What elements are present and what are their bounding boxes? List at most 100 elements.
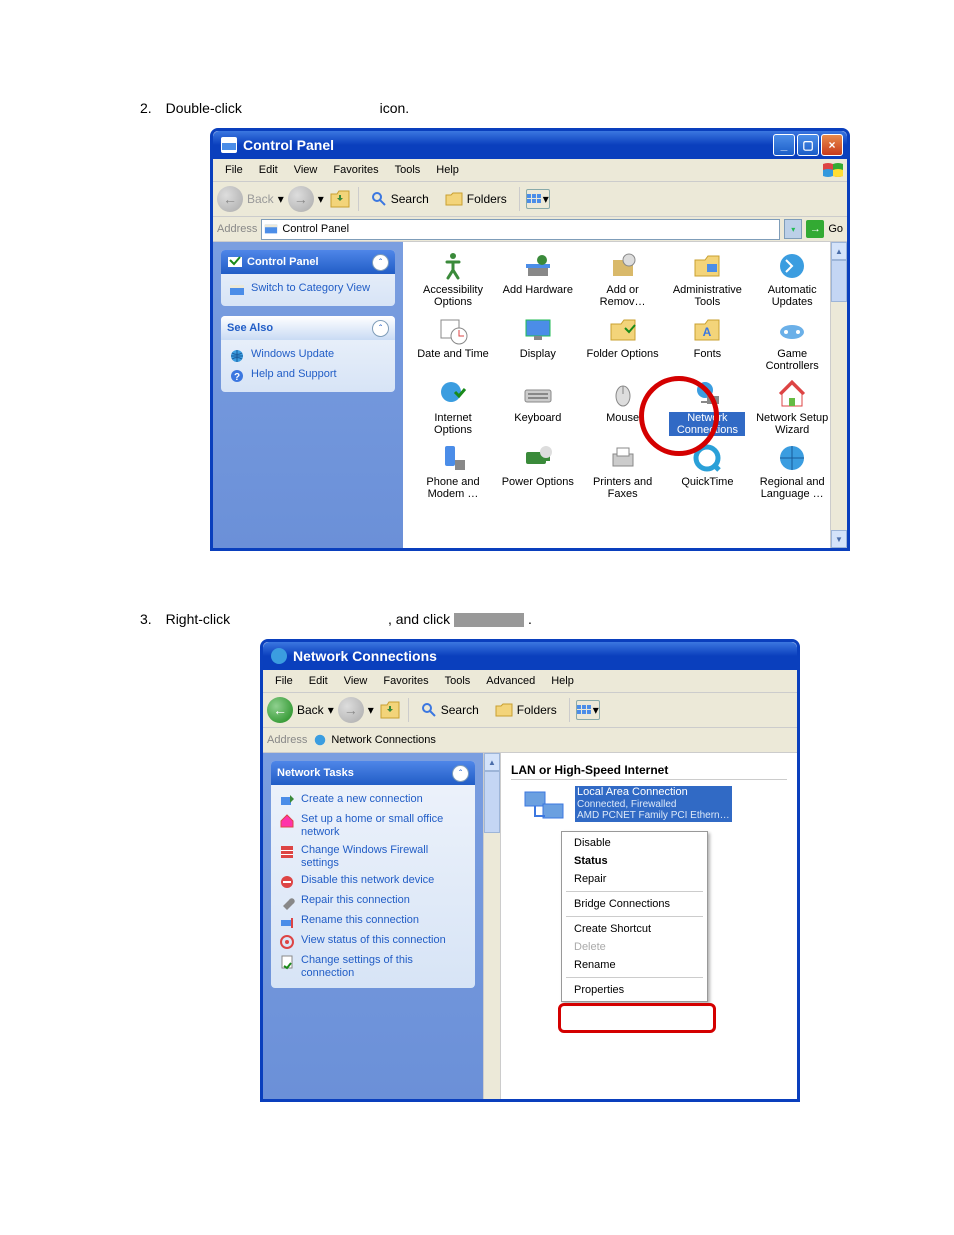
- address-input[interactable]: Control Panel: [261, 219, 780, 240]
- phone-modem-item[interactable]: Phone and Modem …: [413, 440, 493, 502]
- search-button[interactable]: Search: [415, 700, 485, 720]
- task-header[interactable]: Network Tasks ˆ: [271, 761, 475, 785]
- address-dropdown-icon[interactable]: ▾: [784, 219, 802, 239]
- forward-button[interactable]: →: [288, 186, 314, 212]
- up-folder-button[interactable]: [328, 187, 352, 211]
- add-hardware-item[interactable]: Add Hardware: [498, 248, 578, 310]
- scroll-up-button[interactable]: ▲: [831, 242, 847, 260]
- scroll-thumb[interactable]: [831, 260, 847, 302]
- firewall-settings-link[interactable]: Change Windows Firewall settings: [279, 842, 467, 872]
- menu-edit[interactable]: Edit: [251, 162, 286, 178]
- setup-network-link[interactable]: Set up a home or small office network: [279, 811, 467, 841]
- forward-button[interactable]: →: [338, 697, 364, 723]
- scrollbar[interactable]: ▲ ▼: [830, 242, 847, 548]
- mouse-item[interactable]: Mouse: [583, 376, 663, 438]
- regional-language-item[interactable]: Regional and Language …: [752, 440, 832, 502]
- titlebar[interactable]: Network Connections: [263, 642, 797, 670]
- menu-tools[interactable]: Tools: [437, 673, 479, 689]
- back-dropdown-icon[interactable]: ▾: [278, 192, 284, 206]
- back-button[interactable]: ←: [267, 697, 293, 723]
- up-folder-button[interactable]: [378, 698, 402, 722]
- menu-help[interactable]: Help: [428, 162, 467, 178]
- fonts-item[interactable]: A Fonts: [667, 312, 747, 374]
- switch-category-view-link[interactable]: Switch to Category View: [229, 280, 387, 300]
- date-time-item[interactable]: Date and Time: [413, 312, 493, 374]
- search-button[interactable]: Search: [365, 189, 435, 209]
- scroll-up-button[interactable]: ▲: [484, 753, 500, 771]
- accessibility-options-item[interactable]: Accessibility Options: [413, 248, 493, 310]
- accessibility-icon: [437, 250, 469, 282]
- forward-dropdown-icon[interactable]: ▾: [368, 703, 374, 717]
- admin-tools-item[interactable]: Administrative Tools: [667, 248, 747, 310]
- item-label: Network Setup Wizard: [754, 412, 830, 436]
- keyboard-item[interactable]: Keyboard: [498, 376, 578, 438]
- titlebar[interactable]: Control Panel _ ▢ ×: [213, 131, 847, 159]
- menu-view[interactable]: View: [286, 162, 326, 178]
- ctx-disable[interactable]: Disable: [562, 834, 707, 852]
- folders-button[interactable]: Folders: [439, 189, 513, 209]
- forward-dropdown-icon[interactable]: ▾: [318, 192, 324, 206]
- ctx-shortcut[interactable]: Create Shortcut: [562, 920, 707, 938]
- item-label: QuickTime: [681, 476, 733, 488]
- menu-view[interactable]: View: [336, 673, 376, 689]
- ctx-repair[interactable]: Repair: [562, 870, 707, 888]
- display-item[interactable]: Display: [498, 312, 578, 374]
- back-button[interactable]: ←: [217, 186, 243, 212]
- change-settings-link[interactable]: Change settings of this connection: [279, 952, 467, 982]
- task-header[interactable]: Control Panel ˆ: [221, 250, 395, 274]
- rename-connection-link[interactable]: Rename this connection: [279, 912, 467, 932]
- add-remove-programs-item[interactable]: Add or Remov…: [583, 248, 663, 310]
- repair-connection-link[interactable]: Repair this connection: [279, 892, 467, 912]
- views-button[interactable]: ▾: [576, 700, 600, 720]
- disable-device-link[interactable]: Disable this network device: [279, 872, 467, 892]
- menu-help[interactable]: Help: [543, 673, 582, 689]
- scroll-down-button[interactable]: ▼: [831, 530, 847, 548]
- game-controllers-item[interactable]: Game Controllers: [752, 312, 832, 374]
- phone-icon: [437, 442, 469, 474]
- toolbar: ← Back ▾ → ▾ Search Folders ▾: [263, 693, 797, 728]
- printers-faxes-item[interactable]: Printers and Faxes: [583, 440, 663, 502]
- task-title-label: See Also: [227, 322, 273, 334]
- menu-advanced[interactable]: Advanced: [478, 673, 543, 689]
- menu-file[interactable]: File: [267, 673, 301, 689]
- item-label: Folder Options: [587, 348, 659, 360]
- collapse-icon[interactable]: ˆ: [372, 320, 389, 337]
- automatic-updates-item[interactable]: Automatic Updates: [752, 248, 832, 310]
- address-input[interactable]: Network Connections: [311, 731, 793, 750]
- inner-scrollbar[interactable]: ▲: [483, 753, 501, 1099]
- scroll-thumb[interactable]: [484, 771, 500, 833]
- create-connection-link[interactable]: Create a new connection: [279, 791, 467, 811]
- window-title: Network Connections: [293, 648, 437, 664]
- network-connections-item[interactable]: Network Connections: [667, 376, 747, 438]
- view-status-link[interactable]: View status of this connection: [279, 932, 467, 952]
- back-dropdown-icon[interactable]: ▾: [328, 703, 334, 717]
- views-button[interactable]: ▾: [526, 189, 550, 209]
- folder-options-item[interactable]: Folder Options: [583, 312, 663, 374]
- ctx-properties[interactable]: Properties: [562, 981, 707, 999]
- menu-edit[interactable]: Edit: [301, 673, 336, 689]
- minimize-button[interactable]: _: [773, 134, 795, 156]
- ctx-status[interactable]: Status: [562, 852, 707, 870]
- local-area-connection-item[interactable]: Local Area Connection Connected, Firewal…: [521, 786, 787, 830]
- collapse-icon[interactable]: ˆ: [372, 254, 389, 271]
- task-header[interactable]: See Also ˆ: [221, 316, 395, 340]
- quicktime-item[interactable]: QuickTime: [667, 440, 747, 502]
- menu-favorites[interactable]: Favorites: [375, 673, 436, 689]
- ctx-bridge[interactable]: Bridge Connections: [562, 895, 707, 913]
- collapse-icon[interactable]: ˆ: [452, 765, 469, 782]
- ctx-rename[interactable]: Rename: [562, 956, 707, 974]
- internet-options-item[interactable]: Internet Options: [413, 376, 493, 438]
- help-support-link[interactable]: ? Help and Support: [229, 366, 387, 386]
- menu-file[interactable]: File: [217, 162, 251, 178]
- folders-button[interactable]: Folders: [489, 700, 563, 720]
- item-label: Power Options: [502, 476, 574, 488]
- close-button[interactable]: ×: [821, 134, 843, 156]
- menu-favorites[interactable]: Favorites: [325, 162, 386, 178]
- maximize-button[interactable]: ▢: [797, 134, 819, 156]
- network-setup-wizard-item[interactable]: Network Setup Wizard: [752, 376, 832, 438]
- windows-update-link[interactable]: Windows Update: [229, 346, 387, 366]
- menu-tools[interactable]: Tools: [387, 162, 429, 178]
- power-options-item[interactable]: Power Options: [498, 440, 578, 502]
- updates-icon: [776, 250, 808, 282]
- go-button[interactable]: →: [806, 220, 824, 238]
